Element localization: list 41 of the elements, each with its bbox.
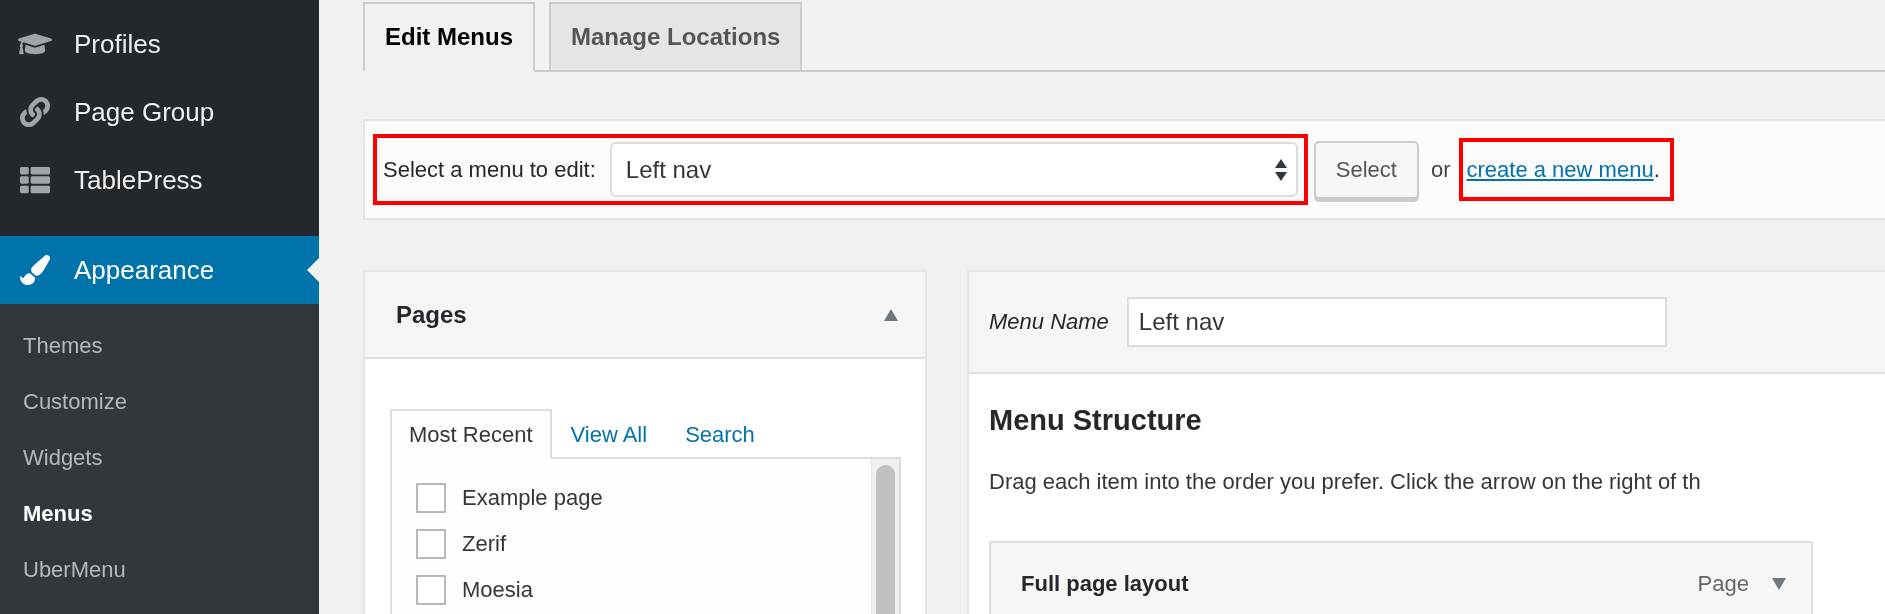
submenu-item[interactable]: Themes — [0, 318, 319, 374]
menu-item-bar[interactable]: Full page layout Page — [989, 541, 1813, 614]
nav-tab[interactable]: Edit Menus — [363, 2, 535, 72]
panel-header[interactable]: Pages — [365, 272, 925, 359]
dropdown-value: Left nav — [625, 155, 712, 184]
checkbox[interactable] — [416, 529, 446, 559]
panel-title: Pages — [396, 300, 467, 329]
page-label: Moesia — [462, 577, 533, 603]
menu-name-field[interactable]: Left nav — [1126, 297, 1667, 347]
panel-tab[interactable]: Most Recent — [390, 409, 552, 459]
or-text: or — [1430, 156, 1451, 183]
submenu-item[interactable]: UberMenu — [0, 542, 319, 598]
submenu-item[interactable]: Widgets — [0, 430, 319, 486]
select-button[interactable]: Select — [1313, 140, 1419, 199]
create-menu-link[interactable]: create a new menu — [1466, 156, 1654, 183]
checkbox[interactable] — [416, 575, 446, 605]
panel-tab[interactable]: Search — [666, 409, 774, 459]
menu-dropdown[interactable]: Left nav — [609, 142, 1298, 197]
collapse-arrow-icon[interactable] — [883, 307, 899, 322]
select-label: Select a menu to edit: — [383, 156, 596, 183]
sidebar-item[interactable]: TablePress — [0, 146, 319, 214]
sidebar-item[interactable]: Appearance — [0, 236, 319, 304]
menu-name-label: Menu Name — [989, 309, 1109, 335]
sidebar-item[interactable]: Page Group — [0, 78, 319, 146]
sidebar-item[interactable]: Profiles — [0, 10, 319, 78]
menu-item-title: Full page layout — [1021, 571, 1189, 597]
up-down-arrows-icon — [1273, 157, 1288, 182]
submenu-item[interactable]: Menus — [0, 486, 319, 542]
nav-tab[interactable]: Manage Locations — [549, 2, 803, 72]
expand-arrow-icon[interactable] — [1771, 577, 1787, 591]
section-heading: Menu Structure — [989, 404, 1203, 437]
page-label: Zerif — [462, 531, 506, 557]
checkbox[interactable] — [416, 483, 446, 513]
period-text: . — [1653, 156, 1660, 183]
page-label: Example page — [462, 485, 603, 511]
submenu-item[interactable]: Customize — [0, 374, 319, 430]
menu-item-type: Page — [1697, 571, 1749, 597]
active-pointer — [307, 258, 319, 282]
panel-tab[interactable]: View All — [551, 409, 667, 459]
scrollbar-thumb[interactable] — [876, 465, 895, 614]
instructions-text: Drag each item into the order you prefer. Click the arrow on the right of th — [989, 469, 1702, 495]
